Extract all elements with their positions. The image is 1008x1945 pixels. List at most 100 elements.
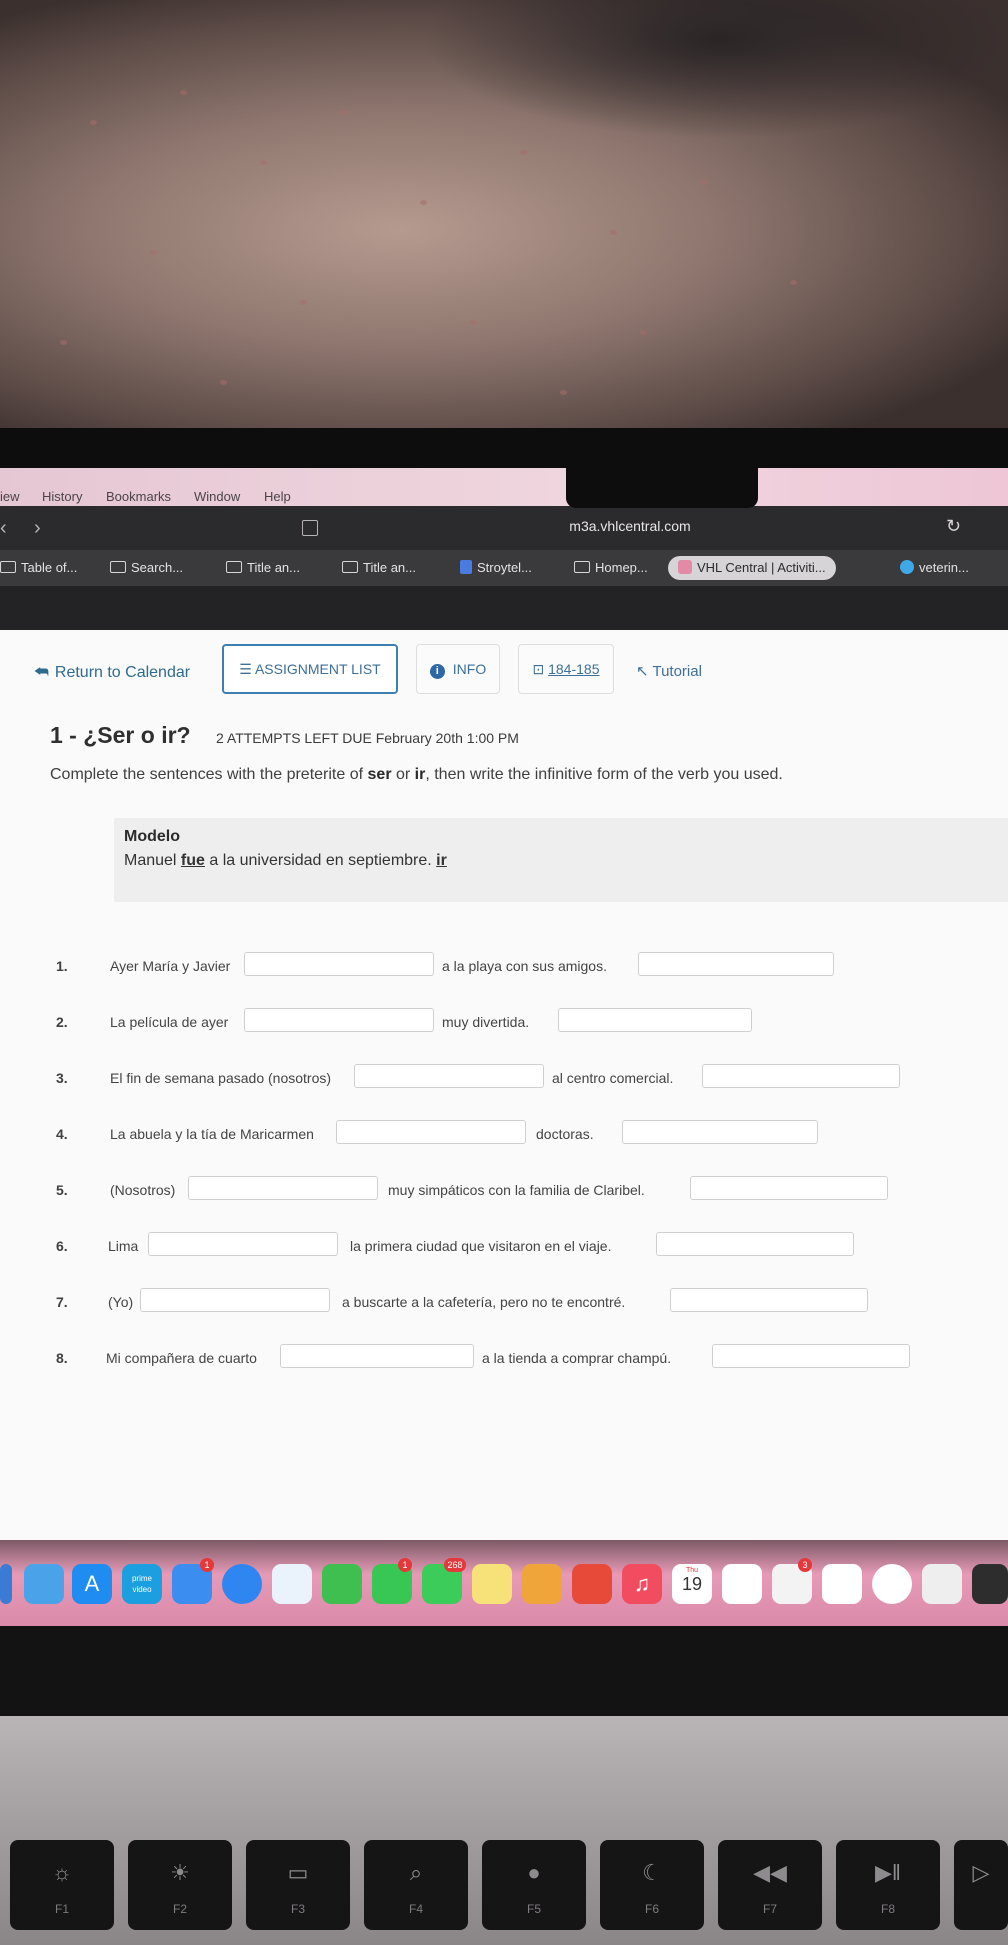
key-f2[interactable]: ☀ F2: [128, 1840, 232, 1930]
infinitive-input[interactable]: [638, 952, 834, 976]
rewind-icon: ◀◀: [753, 1860, 787, 1885]
calculator-icon[interactable]: [572, 1564, 612, 1604]
weather-icon[interactable]: [24, 1564, 64, 1604]
question-row: 1. Ayer María y Javier a la playa con su…: [0, 946, 1008, 986]
question-ending: muy simpáticos con la familia de Claribe…: [388, 1182, 645, 1198]
key-label: F7: [762, 1902, 777, 1916]
verb-input[interactable]: [244, 1008, 434, 1032]
tab-label: veterin...: [919, 560, 969, 575]
tab-vhl-central-active[interactable]: VHL Central | Activiti...: [668, 556, 836, 580]
key-f1[interactable]: ☼ F1: [10, 1840, 114, 1930]
verb-input[interactable]: [354, 1064, 544, 1088]
tab-title-1[interactable]: Title an...: [226, 556, 300, 580]
facetime-icon[interactable]: 1: [372, 1558, 412, 1604]
music-icon[interactable]: ♫: [622, 1564, 662, 1604]
verb-input[interactable]: [188, 1176, 378, 1200]
infinitive-input[interactable]: [656, 1232, 854, 1256]
key-f5[interactable]: ● F5: [482, 1840, 586, 1930]
calendar-day: 19: [681, 1574, 703, 1594]
app-store-icon[interactable]: A: [72, 1564, 112, 1604]
chrome-icon: [900, 560, 914, 574]
docs-icon: [460, 560, 472, 574]
menu-view[interactable]: iew: [0, 489, 20, 504]
tutorial-link[interactable]: ↖ Tutorial: [636, 662, 702, 680]
bookmark-tab-bar: Table of... Search... Title an... Title …: [0, 550, 1008, 586]
address-bar[interactable]: m3a.vhlcentral.com: [0, 518, 1008, 534]
launchpad-icon[interactable]: [922, 1564, 962, 1604]
pages-app-icon[interactable]: [522, 1564, 562, 1604]
prime-video-icon[interactable]: prime video: [122, 1564, 162, 1604]
instr-text-end: , then write the infinitive form of the …: [425, 766, 783, 783]
question-prompt: (Nosotros): [110, 1182, 176, 1198]
verb-input[interactable]: [148, 1232, 338, 1256]
tab-table-of[interactable]: Table of...: [0, 556, 77, 580]
textbook-pages-button[interactable]: ⊡ 184-185: [518, 644, 614, 694]
verb-input[interactable]: [244, 952, 434, 976]
menu-bookmarks[interactable]: Bookmarks: [106, 489, 171, 504]
tab-stroytel[interactable]: Stroytel...: [460, 556, 532, 580]
maps-icon[interactable]: [272, 1564, 312, 1604]
key-f3[interactable]: ▭ F3: [246, 1840, 350, 1930]
notes-icon[interactable]: [472, 1564, 512, 1604]
prime-label: prime video: [131, 1574, 152, 1594]
tutorial-label: Tutorial: [652, 663, 702, 680]
infinitive-input[interactable]: [622, 1120, 818, 1144]
verb-input[interactable]: [140, 1288, 330, 1312]
tab-veterin[interactable]: veterin...: [900, 556, 969, 580]
question-prompt: Lima: [108, 1238, 139, 1254]
reload-icon[interactable]: ↻: [946, 516, 961, 537]
tab-label: Stroytel...: [477, 560, 532, 575]
tab-label: Homep...: [595, 560, 648, 575]
menu-help[interactable]: Help: [264, 489, 291, 504]
tab-label: Table of...: [21, 560, 78, 575]
infinitive-input[interactable]: [702, 1064, 900, 1088]
return-label: Return to Calendar: [54, 664, 191, 681]
pages-label: 184-185: [548, 661, 600, 677]
terminal-icon[interactable]: [972, 1564, 1008, 1604]
verb-input[interactable]: [280, 1344, 474, 1368]
infinitive-input[interactable]: [690, 1176, 888, 1200]
assignment-list-button[interactable]: ☰ ASSIGNMENT LIST: [222, 644, 398, 694]
question-ending: a buscarte a la cafetería, pero no te en…: [342, 1294, 626, 1310]
infinitive-input[interactable]: [558, 1008, 752, 1032]
vhl-icon: [342, 561, 358, 573]
key-f4[interactable]: ⌕ F4: [364, 1840, 468, 1930]
tab-title-2[interactable]: Title an...: [342, 556, 416, 580]
question-ending: a la tienda a comprar champú.: [482, 1350, 672, 1366]
fast-forward-icon: ▷: [972, 1860, 990, 1885]
return-to-calendar-link[interactable]: ⮪ Return to Calendar: [34, 664, 190, 682]
verb-input[interactable]: [336, 1120, 526, 1144]
laptop-screen: iew History Bookmarks Window Help ‹ › m3…: [0, 468, 1008, 1626]
activity-title: 1 - ¿Ser o ir?: [50, 722, 191, 748]
key-f9[interactable]: ▷: [954, 1840, 1008, 1930]
menu-window[interactable]: Window: [194, 489, 240, 504]
menu-history[interactable]: History: [42, 489, 82, 504]
numbers-icon[interactable]: [322, 1564, 362, 1604]
key-f8[interactable]: ▶‖ F8: [836, 1840, 940, 1930]
infinitive-input[interactable]: [670, 1288, 868, 1312]
key-f7[interactable]: ◀◀ F7: [718, 1840, 822, 1930]
infinitive-input[interactable]: [712, 1344, 910, 1368]
camera-notch: [566, 468, 758, 508]
reminders-icon[interactable]: 3: [772, 1558, 812, 1604]
calendar-icon[interactable]: Thu 19: [672, 1564, 712, 1604]
vhl-icon: [226, 561, 242, 573]
attempts-due: 2 ATTEMPTS LEFT DUE February 20th 1:00 P…: [216, 730, 519, 746]
calendar-month: Thu: [685, 1567, 699, 1574]
mail-icon[interactable]: 1: [172, 1558, 214, 1604]
safari-icon[interactable]: [222, 1564, 262, 1604]
chrome-dock-icon[interactable]: [872, 1564, 912, 1604]
question-number: 5.: [56, 1182, 68, 1198]
tab-homepage[interactable]: Homep...: [574, 556, 648, 580]
key-f6[interactable]: ☾ F6: [600, 1840, 704, 1930]
list-icon: ☰: [239, 661, 255, 677]
info-button[interactable]: i INFO: [416, 644, 500, 694]
tab-search[interactable]: Search...: [110, 556, 183, 580]
photos-icon[interactable]: [722, 1564, 762, 1604]
facetime-badge: 1: [398, 1558, 412, 1572]
news-icon[interactable]: [822, 1564, 862, 1604]
messages-icon[interactable]: 268: [422, 1558, 466, 1604]
finder-icon[interactable]: [0, 1564, 12, 1604]
reminders-badge: 3: [798, 1558, 812, 1572]
question-ending: doctoras.: [536, 1126, 594, 1142]
